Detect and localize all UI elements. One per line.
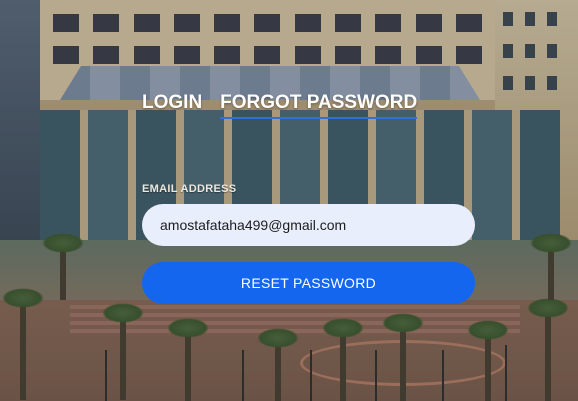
email-field[interactable] [142,204,475,246]
auth-tabs: LOGIN FORGOT PASSWORD [142,82,476,128]
tab-login[interactable]: LOGIN [142,92,202,117]
background-photo [0,0,578,401]
tab-forgot-password[interactable]: FORGOT PASSWORD [220,92,418,119]
forgot-password-panel: LOGIN FORGOT PASSWORD EMAIL ADDRESS RESE… [142,82,476,304]
reset-password-button[interactable]: RESET PASSWORD [142,262,475,304]
email-address-label: EMAIL ADDRESS [142,183,237,195]
background-dim-overlay [0,0,578,401]
